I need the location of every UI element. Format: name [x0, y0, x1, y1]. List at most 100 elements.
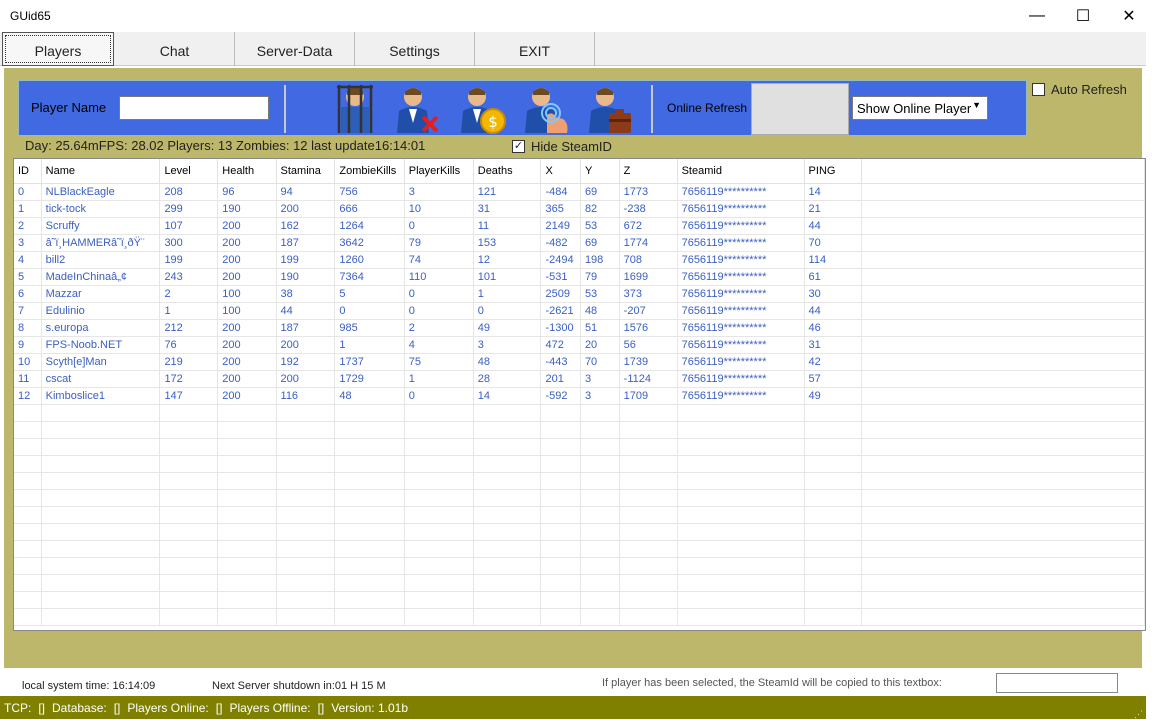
- table-cell[interactable]: 56: [619, 336, 678, 354]
- table-cell[interactable]: 219: [159, 353, 219, 371]
- table-cell[interactable]: 147: [159, 387, 219, 405]
- table-cell[interactable]: 11: [473, 217, 542, 235]
- table-cell[interactable]: 51: [580, 319, 620, 337]
- table-cell[interactable]: 162: [276, 217, 336, 235]
- table-cell[interactable]: 74: [404, 251, 474, 269]
- table-cell[interactable]: MadeInChinaâ„¢: [41, 268, 161, 286]
- table-cell[interactable]: -207: [619, 302, 678, 320]
- table-row[interactable]: 9 FPS-Noob.NET 76 200 200 1 4 3 472 20 56 7656119**…: [14, 336, 1145, 354]
- table-cell[interactable]: 200: [217, 336, 277, 354]
- table-cell[interactable]: Kimboslice1: [41, 387, 161, 405]
- table-cell[interactable]: 94: [276, 183, 336, 201]
- table-cell[interactable]: 4: [14, 251, 42, 269]
- column-header[interactable]: PING: [804, 159, 863, 184]
- teleport-player-icon[interactable]: [519, 83, 571, 135]
- table-cell[interactable]: 7: [14, 302, 42, 320]
- table-cell[interactable]: 49: [804, 387, 863, 405]
- tab-chat[interactable]: Chat: [115, 32, 235, 66]
- table-cell[interactable]: 10: [404, 200, 474, 218]
- column-header[interactable]: ZombieKills: [334, 159, 405, 184]
- table-cell[interactable]: -484: [540, 183, 581, 201]
- table-cell[interactable]: 30: [804, 285, 863, 303]
- table-cell[interactable]: 0: [14, 183, 42, 201]
- give-items-icon[interactable]: [583, 83, 635, 135]
- table-cell[interactable]: 199: [276, 251, 336, 269]
- tab-players[interactable]: Players: [2, 32, 114, 66]
- table-cell[interactable]: 7656119**********: [677, 200, 805, 218]
- table-cell[interactable]: 6: [14, 285, 42, 303]
- hide-steamid-check-icon[interactable]: ✓: [512, 140, 525, 153]
- table-cell[interactable]: 0: [404, 217, 474, 235]
- column-header[interactable]: Level: [159, 159, 219, 184]
- column-header[interactable]: X: [540, 159, 581, 184]
- table-cell[interactable]: 7656119**********: [677, 387, 805, 405]
- tab-server-data[interactable]: Server-Data: [235, 32, 355, 66]
- table-cell[interactable]: 48: [334, 387, 405, 405]
- table-cell[interactable]: 2509: [540, 285, 581, 303]
- table-cell[interactable]: 116: [276, 387, 336, 405]
- auto-refresh-checkbox[interactable]: Auto Refresh: [1032, 82, 1127, 97]
- table-cell[interactable]: 44: [276, 302, 336, 320]
- table-cell[interactable]: 8: [14, 319, 42, 337]
- table-cell[interactable]: 14: [804, 183, 863, 201]
- table-cell[interactable]: 190: [276, 268, 336, 286]
- table-cell[interactable]: 21: [804, 200, 863, 218]
- table-cell[interactable]: 708: [619, 251, 678, 269]
- table-cell[interactable]: 985: [334, 319, 405, 337]
- table-cell[interactable]: 46: [804, 319, 863, 337]
- table-cell[interactable]: 3: [404, 183, 474, 201]
- table-cell[interactable]: 49: [473, 319, 542, 337]
- table-cell[interactable]: 2: [404, 319, 474, 337]
- table-cell[interactable]: 101: [473, 268, 542, 286]
- kick-player-icon[interactable]: [391, 83, 443, 135]
- table-cell[interactable]: 48: [473, 353, 542, 371]
- table-cell[interactable]: 3: [580, 387, 620, 405]
- table-cell[interactable]: 0: [473, 302, 542, 320]
- table-cell[interactable]: 200: [217, 268, 277, 286]
- table-row[interactable]: 12 Kimboslice1 147 200 116 48 0 14 -592 3 1709 7656…: [14, 387, 1145, 405]
- table-cell[interactable]: 100: [217, 302, 277, 320]
- table-cell[interactable]: 1: [159, 302, 219, 320]
- table-cell[interactable]: 365: [540, 200, 581, 218]
- table-cell[interactable]: 9: [14, 336, 42, 354]
- table-row[interactable]: 1 tick-tock 299 190 200 666 10 31 365 82 -238 76561…: [14, 200, 1145, 218]
- table-cell[interactable]: 1729: [334, 370, 405, 388]
- table-cell[interactable]: 61: [804, 268, 863, 286]
- table-cell[interactable]: -238: [619, 200, 678, 218]
- table-cell[interactable]: 0: [404, 285, 474, 303]
- table-cell[interactable]: 7656119**********: [677, 251, 805, 269]
- table-cell[interactable]: 299: [159, 200, 219, 218]
- table-cell[interactable]: 7656119**********: [677, 319, 805, 337]
- auto-refresh-check-icon[interactable]: [1032, 83, 1045, 96]
- table-cell[interactable]: 3: [473, 336, 542, 354]
- table-cell[interactable]: 300: [159, 234, 219, 252]
- table-cell[interactable]: 201: [540, 370, 581, 388]
- table-cell[interactable]: 1773: [619, 183, 678, 201]
- table-cell[interactable]: 200: [276, 370, 336, 388]
- table-cell[interactable]: 12: [14, 387, 42, 405]
- table-cell[interactable]: 198: [580, 251, 620, 269]
- table-row[interactable]: 2 Scruffy 107 200 162 1264 0 11 2149 53 672 7656119…: [14, 217, 1145, 235]
- table-row[interactable]: 4 bill2 199 200 199 1260 74 12 -2494 198 708 765611…: [14, 251, 1145, 269]
- table-row[interactable]: 11 cscat 172 200 200 1729 1 28 201 3 -1124 7656119*…: [14, 370, 1145, 388]
- table-cell[interactable]: 28: [473, 370, 542, 388]
- table-cell[interactable]: 672: [619, 217, 678, 235]
- table-cell[interactable]: -1124: [619, 370, 678, 388]
- table-cell[interactable]: 20: [580, 336, 620, 354]
- table-cell[interactable]: 38: [276, 285, 336, 303]
- table-cell[interactable]: -531: [540, 268, 581, 286]
- table-cell[interactable]: 187: [276, 319, 336, 337]
- table-cell[interactable]: 5: [334, 285, 405, 303]
- table-cell[interactable]: 114: [804, 251, 863, 269]
- minimize-button[interactable]: —: [1014, 0, 1060, 32]
- table-cell[interactable]: 31: [473, 200, 542, 218]
- table-cell[interactable]: 2: [14, 217, 42, 235]
- table-cell[interactable]: 14: [473, 387, 542, 405]
- table-cell[interactable]: 208: [159, 183, 219, 201]
- table-cell[interactable]: 200: [217, 251, 277, 269]
- table-cell[interactable]: bill2: [41, 251, 161, 269]
- table-cell[interactable]: 10: [14, 353, 42, 371]
- table-row[interactable]: 0 NLBlackEagle 208 96 94 756 3 121 -484 69 1773 765…: [14, 183, 1145, 201]
- table-cell[interactable]: 0: [404, 302, 474, 320]
- table-row[interactable]: 3 â˜ï¸HAMMERâ˜ï¸ðŸ¨ 300 200 187 3642 79 153 -482…: [14, 234, 1145, 252]
